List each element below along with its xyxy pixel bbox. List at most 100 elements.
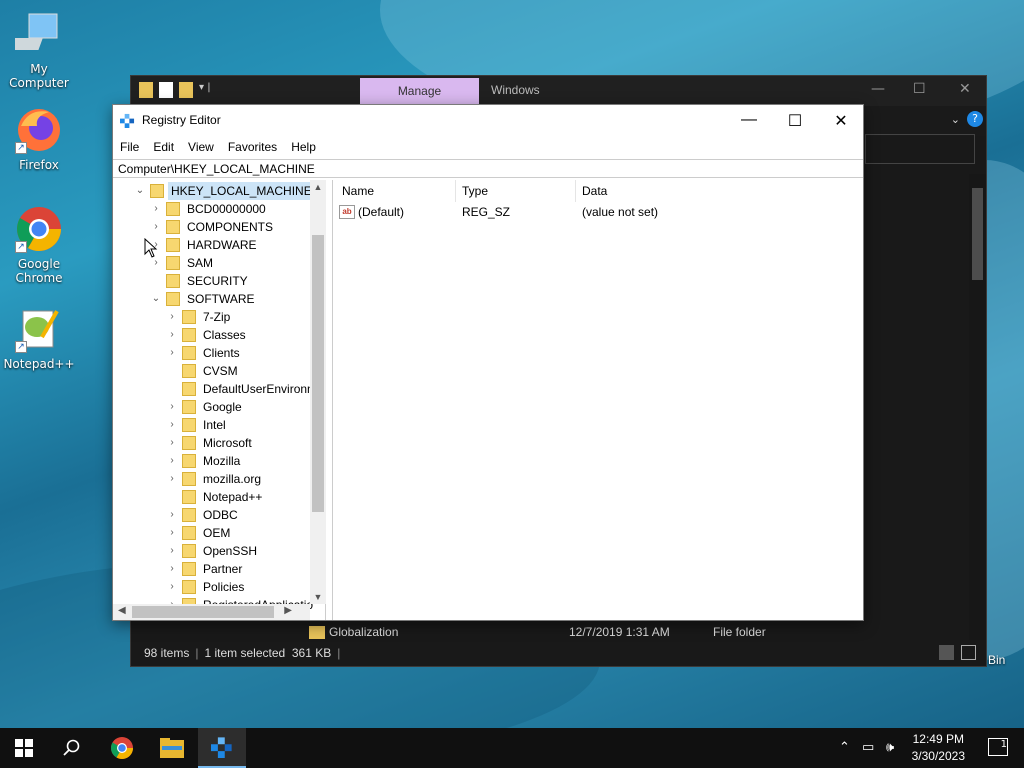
taskbar-regedit[interactable] xyxy=(198,728,246,768)
chevron-right-icon[interactable]: › xyxy=(167,470,177,488)
desktop-icon-chrome[interactable]: ↗ Google Chrome xyxy=(1,205,77,285)
folder-icon[interactable] xyxy=(139,82,153,98)
tree-item-level1[interactable]: SECURITY xyxy=(113,272,325,290)
menu-edit[interactable]: Edit xyxy=(153,136,174,159)
scroll-up-icon[interactable]: ▲ xyxy=(310,182,326,192)
tree-item-software-child[interactable]: › OpenSSH xyxy=(113,542,325,560)
tab-manage[interactable]: Manage xyxy=(360,78,479,105)
explorer-scrollbar[interactable] xyxy=(969,174,986,641)
column-header-type[interactable]: Type xyxy=(462,184,488,198)
menu-view[interactable]: View xyxy=(188,136,214,159)
tree-item-label: HKEY_LOCAL_MACHINE xyxy=(168,182,315,200)
chevron-right-icon[interactable]: › xyxy=(167,326,177,344)
column-divider[interactable] xyxy=(455,180,456,202)
tree-item-root[interactable]: ⌄ HKEY_LOCAL_MACHINE xyxy=(113,182,325,200)
maximize-icon[interactable]: ☐ xyxy=(913,81,926,97)
folder-icon xyxy=(182,328,196,342)
minimize-icon[interactable]: — xyxy=(871,81,885,97)
tree-horizontal-scrollbar[interactable]: ◀ ▶ xyxy=(113,604,310,620)
properties-icon[interactable] xyxy=(159,82,173,98)
close-icon[interactable]: ✕ xyxy=(959,81,971,97)
chevron-down-icon[interactable]: ⌄ xyxy=(151,290,161,308)
menu-favorites[interactable]: Favorites xyxy=(228,136,277,159)
chevron-right-icon[interactable]: › xyxy=(167,542,177,560)
search-button[interactable] xyxy=(48,728,96,768)
details-view-icon[interactable] xyxy=(939,645,954,660)
scrollbar-thumb[interactable] xyxy=(312,235,324,512)
tree-item-software-child[interactable]: › ODBC xyxy=(113,506,325,524)
tree-vertical-scrollbar[interactable]: ▲ ▼ xyxy=(310,180,326,604)
file-row[interactable]: Globalization 12/7/2019 1:31 AM File fol… xyxy=(309,625,809,639)
registry-editor-window[interactable]: Registry Editor — ☐ ✕ File Edit View Fav… xyxy=(112,104,864,621)
action-center-icon[interactable]: 1 xyxy=(988,738,1008,756)
desktop-icon-firefox[interactable]: ↗ Firefox xyxy=(1,106,77,172)
network-icon[interactable]: ▭ xyxy=(862,740,874,755)
tree-item-software-child[interactable]: CVSM xyxy=(113,362,325,380)
desktop-icon-notepadpp[interactable]: ↗ Notepad++ xyxy=(1,305,77,371)
scrollbar-thumb[interactable] xyxy=(972,188,983,280)
scroll-right-icon[interactable]: ▶ xyxy=(284,605,292,616)
column-header-data[interactable]: Data xyxy=(582,184,607,198)
new-folder-icon[interactable] xyxy=(179,82,193,98)
tree-item-software-child[interactable]: › OEM xyxy=(113,524,325,542)
values-pane[interactable]: Name Type Data ab (Default) REG_SZ (valu… xyxy=(332,180,862,620)
column-divider[interactable] xyxy=(575,180,576,202)
tree-item-software-child[interactable]: › Microsoft xyxy=(113,434,325,452)
scroll-left-icon[interactable]: ◀ xyxy=(118,605,126,616)
show-hidden-icons-icon[interactable]: ⌃ xyxy=(839,740,850,755)
taskbar-chrome[interactable] xyxy=(98,728,146,768)
maximize-icon[interactable]: ☐ xyxy=(772,111,818,131)
taskbar-file-explorer[interactable] xyxy=(148,728,196,768)
quick-access-toolbar: ▾ | xyxy=(139,82,211,98)
scroll-down-icon[interactable]: ▼ xyxy=(310,592,326,602)
chevron-right-icon[interactable]: › xyxy=(167,434,177,452)
column-header-name[interactable]: Name xyxy=(342,184,374,198)
chevron-right-icon[interactable]: › xyxy=(167,560,177,578)
large-icons-view-icon[interactable] xyxy=(961,645,976,660)
address-bar[interactable]: Computer\HKEY_LOCAL_MACHINE xyxy=(113,159,863,178)
tree-item-level1[interactable]: ⌄ SOFTWARE xyxy=(113,290,325,308)
tree-item-software-child[interactable]: › Classes xyxy=(113,326,325,344)
menu-help[interactable]: Help xyxy=(291,136,316,159)
chevron-down-icon[interactable]: ⌄ xyxy=(135,182,145,200)
chevron-right-icon[interactable]: › xyxy=(167,344,177,362)
chevron-right-icon[interactable]: › xyxy=(151,200,161,218)
tree-item-software-child[interactable]: › 7-Zip xyxy=(113,308,325,326)
tree-item-software-child[interactable]: › Mozilla xyxy=(113,452,325,470)
system-clock[interactable]: 12:49 PM 3/30/2023 xyxy=(912,731,965,765)
chevron-right-icon[interactable]: › xyxy=(167,452,177,470)
recycle-bin-label[interactable]: Bin xyxy=(988,653,1005,667)
close-icon[interactable]: ✕ xyxy=(818,111,864,131)
scrollbar-thumb[interactable] xyxy=(132,606,274,618)
explorer-search-box[interactable] xyxy=(865,134,975,164)
tree-item-level1[interactable]: › BCD00000000 xyxy=(113,200,325,218)
chevron-down-icon[interactable]: ⌄ xyxy=(951,113,960,126)
tree-item-software-child[interactable]: › Policies xyxy=(113,578,325,596)
regedit-titlebar[interactable]: Registry Editor — ☐ ✕ xyxy=(113,105,863,136)
tree-item-software-child[interactable]: › Partner xyxy=(113,560,325,578)
chevron-right-icon[interactable]: › xyxy=(167,578,177,596)
help-icon[interactable]: ? xyxy=(967,111,983,127)
chevron-right-icon[interactable]: › xyxy=(167,416,177,434)
tree-item-software-child[interactable]: DefaultUserEnvironn xyxy=(113,380,325,398)
chevron-right-icon[interactable]: › xyxy=(151,218,161,236)
volume-icon[interactable]: 🕪 xyxy=(886,740,894,755)
menu-file[interactable]: File xyxy=(120,136,139,159)
tree-item-software-child[interactable]: › Intel xyxy=(113,416,325,434)
chevron-right-icon[interactable]: › xyxy=(167,398,177,416)
desktop-icon-my-computer[interactable]: My Computer xyxy=(1,10,77,90)
tree-item-software-child[interactable]: Notepad++ xyxy=(113,488,325,506)
tree-item-software-child[interactable]: › mozilla.org xyxy=(113,470,325,488)
start-button[interactable] xyxy=(0,728,48,768)
tree-item-label: SECURITY xyxy=(187,274,248,288)
tree-item-level1[interactable]: › COMPONENTS xyxy=(113,218,325,236)
customize-qa-icon[interactable]: ▾ | xyxy=(199,82,211,98)
status-selected: 1 item selected xyxy=(204,646,286,660)
chevron-right-icon[interactable]: › xyxy=(167,524,177,542)
chevron-right-icon[interactable]: › xyxy=(167,506,177,524)
tree-item-software-child[interactable]: › Google xyxy=(113,398,325,416)
chevron-right-icon[interactable]: › xyxy=(167,308,177,326)
minimize-icon[interactable]: — xyxy=(726,111,772,129)
explorer-titlebar[interactable]: ▾ | Manage Windows — ☐ ✕ xyxy=(131,76,986,106)
tree-item-software-child[interactable]: › Clients xyxy=(113,344,325,362)
